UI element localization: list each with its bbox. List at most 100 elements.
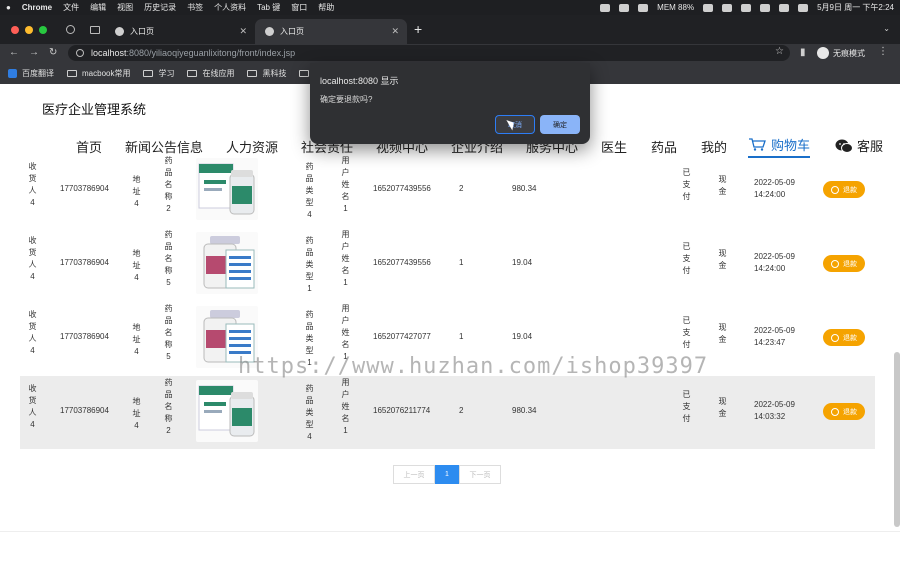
refund-label: 退款 (843, 260, 857, 268)
drug-image[interactable] (196, 158, 258, 220)
pagination: 上一页 1 下一页 (393, 465, 501, 484)
next-page-button[interactable]: 下一页 (459, 465, 501, 484)
drug-name-cell: 药品名称2 (164, 156, 173, 213)
reload-icon[interactable]: ↻ (49, 47, 57, 58)
menu-history[interactable]: 历史记录 (144, 2, 176, 13)
drug-image[interactable] (196, 232, 258, 294)
close-tab-icon[interactable]: ✕ (391, 26, 399, 37)
receiver-cell: 收货人4 (28, 236, 37, 281)
screen: ● Chrome 文件 编辑 视图 历史记录 书签 个人资料 Tab 键 窗口 … (0, 0, 900, 563)
amount-cell: 980.34 (512, 406, 537, 415)
order-time-cell: 2022-05-09 14:03:32 (754, 399, 795, 423)
quantity-cell: 1 (459, 332, 464, 341)
refund-icon (831, 259, 839, 268)
bookmark-item[interactable]: 百度翻译 (8, 68, 54, 79)
order-date: 2022-05-09 (754, 252, 795, 261)
bookmark-folder[interactable]: 在线应用 (187, 68, 234, 79)
refund-button[interactable]: 退款 (823, 181, 865, 198)
maximize-window-button[interactable] (39, 26, 47, 34)
receiver-cell: 收货人4 (28, 310, 37, 355)
bookmark-folder[interactable]: 黑科技 (247, 68, 286, 79)
url-text[interactable]: localhost:8080/yiliaoqiyeguanlixitong/fr… (91, 48, 295, 58)
refund-label: 退款 (843, 334, 857, 342)
clock[interactable]: 5月9日 周一 下午2:24 (817, 2, 894, 13)
bookmark-folder[interactable]: 学习 (143, 68, 174, 79)
refund-icon (831, 185, 839, 194)
refund-button[interactable]: 退款 (823, 329, 865, 346)
order-number-cell: 1652077427077 (373, 332, 431, 341)
status-icon[interactable] (722, 3, 733, 12)
receiver-cell: 收货人4 (28, 384, 37, 429)
minimize-window-button[interactable] (25, 26, 33, 34)
back-arrow-icon[interactable]: ← (9, 47, 19, 58)
memory-status[interactable]: MEM 88% (657, 3, 694, 12)
table-row: 收货人4 17703786904 地址4 药品名称5 药品类型1 用户姓名1 1652077… (20, 228, 875, 301)
nav-kefu[interactable]: 客服 (835, 136, 883, 155)
address-cell: 地址4 (132, 175, 141, 208)
prev-page-button[interactable]: 上一页 (393, 465, 435, 484)
bookmark-star-icon[interactable]: ☆ (775, 46, 784, 57)
pinned-tab-icon[interactable] (90, 26, 100, 34)
bluetooth-icon[interactable] (741, 3, 752, 12)
table-row: 收货人4 17703786904 地址4 药品名称2 药品类型4 用户姓名1 1652077… (20, 154, 875, 227)
page-1-button[interactable]: 1 (435, 465, 459, 484)
incognito-label: 无痕模式 (833, 48, 865, 58)
battery-icon[interactable] (760, 3, 771, 12)
page-scrollbar[interactable] (894, 352, 900, 527)
tab-1[interactable]: 入口页 ✕ (105, 19, 255, 44)
address-bar[interactable]: localhost:8080/yiliaoqiyeguanlixitong/fr… (68, 45, 790, 61)
menu-tab[interactable]: Tab 键 (257, 2, 280, 13)
order-time-cell: 2022-05-09 14:24:00 (754, 177, 795, 201)
refund-label: 退款 (843, 186, 857, 194)
status-icon[interactable] (703, 3, 714, 12)
phone-cell: 17703786904 (60, 184, 109, 193)
folder-icon (247, 69, 258, 77)
pay-method-cell: 现金 (718, 175, 727, 196)
bookmark-folder[interactable]: macbook常用 (67, 68, 130, 79)
close-tab-icon[interactable]: ✕ (239, 26, 247, 37)
search-icon[interactable] (798, 3, 809, 12)
refund-button[interactable]: 退款 (823, 403, 865, 420)
bookmark-label: 在线应用 (202, 68, 235, 78)
order-date: 2022-05-09 (754, 326, 795, 335)
apple-menu-icon[interactable]: ● (6, 3, 11, 12)
menu-bookmarks[interactable]: 书签 (187, 2, 203, 13)
forward-arrow-icon[interactable]: → (29, 47, 39, 58)
refund-button[interactable]: 退款 (823, 255, 865, 272)
menu-kebab-icon[interactable]: ⋮ (878, 46, 888, 57)
menu-file[interactable]: 文件 (63, 2, 79, 13)
status-icon[interactable] (638, 3, 649, 12)
side-panel-icon[interactable]: ▮ (800, 47, 806, 58)
order-clock: 14:23:47 (754, 338, 786, 347)
menu-chrome[interactable]: Chrome (22, 3, 52, 12)
mac-menubar: ● Chrome 文件 编辑 视图 历史记录 书签 个人资料 Tab 键 窗口 … (0, 0, 900, 15)
close-window-button[interactable] (11, 26, 19, 34)
status-icon[interactable] (619, 3, 630, 12)
new-tab-plus-icon[interactable]: + (414, 21, 422, 37)
tab-search-chevron-icon[interactable]: ⌄ (883, 24, 890, 33)
menu-window[interactable]: 窗口 (291, 2, 307, 13)
dialog-title: localhost:8080 显示 (320, 76, 399, 86)
menu-view[interactable]: 视图 (117, 2, 133, 13)
menu-profile[interactable]: 个人资料 (214, 2, 246, 13)
tab-2-active[interactable]: 入口页 ✕ (255, 19, 407, 44)
incognito-indicator[interactable]: 无痕模式 (817, 47, 865, 59)
folder-icon (67, 69, 77, 77)
confirm-button[interactable]: 确定 (540, 115, 580, 134)
status-icon[interactable] (600, 3, 611, 12)
amount-cell: 980.34 (512, 184, 537, 193)
menu-help[interactable]: 帮助 (318, 2, 334, 13)
order-number-cell: 1652077439556 (373, 258, 431, 267)
drug-image[interactable] (196, 380, 258, 442)
user-name-cell: 用户姓名1 (341, 378, 350, 435)
bookmark-label: macbook常用 (82, 68, 131, 78)
tab-strip: 入口页 ✕ 入口页 ✕ + ⌄ (0, 15, 900, 44)
tab-title: 入口页 (280, 27, 304, 36)
pinned-tab-globe-icon[interactable] (66, 25, 75, 34)
site-info-icon[interactable] (76, 49, 84, 57)
pay-method-cell: 现金 (718, 397, 727, 418)
menu-edit[interactable]: 编辑 (90, 2, 106, 13)
phone-cell: 17703786904 (60, 332, 109, 341)
pay-status-cell: 已支付 (682, 168, 691, 201)
wifi-icon[interactable] (779, 3, 790, 12)
